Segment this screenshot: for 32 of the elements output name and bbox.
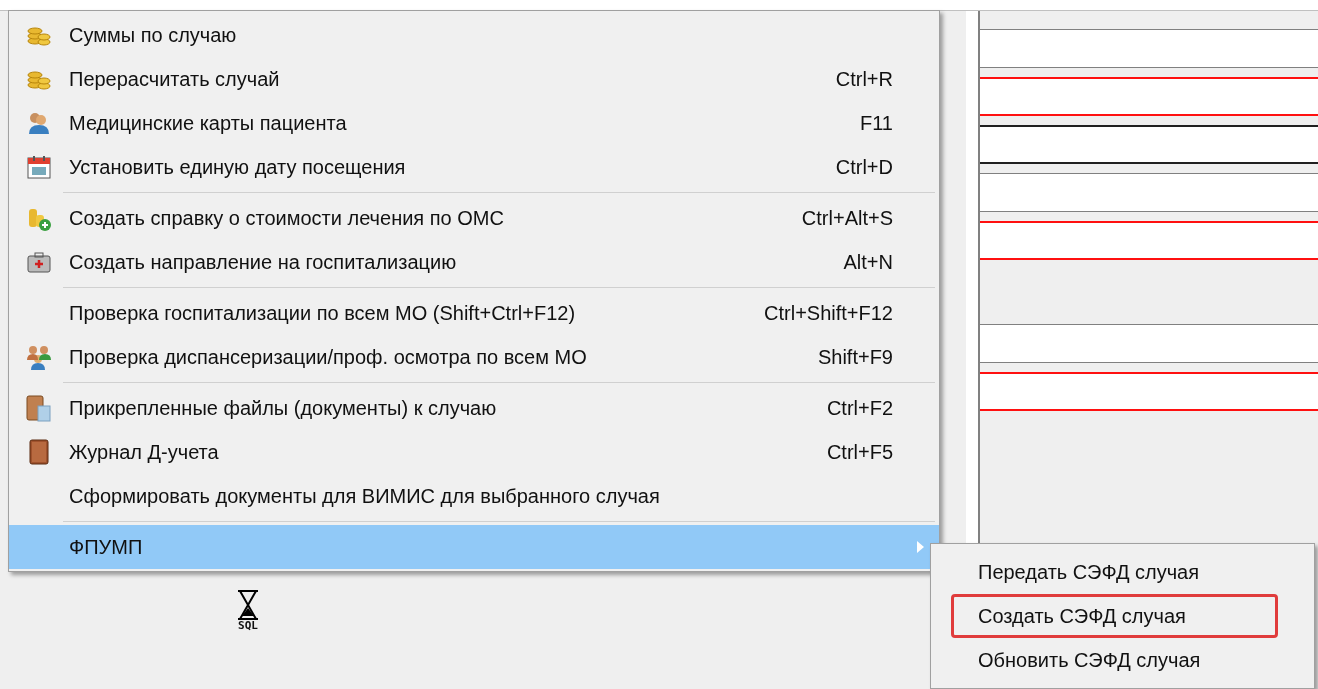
calendar-icon [27, 155, 51, 179]
people-icon [26, 111, 52, 135]
menu-item[interactable]: Сформировать документы для ВИМИС для выбранного случая [9, 474, 939, 518]
required-field[interactable] [980, 372, 1318, 411]
form-field[interactable] [980, 173, 1318, 212]
menu-item[interactable]: Суммы по случаю [9, 13, 939, 57]
coins-icon [26, 24, 52, 46]
cursor-label: SQL [238, 620, 258, 631]
submenu-item[interactable]: Передать СЭФД случая [951, 550, 1278, 594]
submenu-item[interactable]: Создать СЭФД случая [951, 594, 1278, 638]
menu-item[interactable]: Установить единую дату посещения Ctrl+D [9, 145, 939, 189]
menu-item[interactable]: Проверка госпитализации по всем МО (Shift+Ctrl+F12) Ctrl+Shift+F12 [9, 291, 939, 335]
people-group-icon [26, 344, 52, 370]
hourglass-icon [236, 590, 260, 620]
menu-item[interactable]: Перерасчитать случай Ctrl+R [9, 57, 939, 101]
menu-item[interactable]: Создать направление на госпитализацию Alt+N [9, 240, 939, 284]
folder-file-icon [26, 394, 52, 422]
form-field[interactable] [980, 125, 1318, 164]
menu-item[interactable]: Создать справку о стоимости лечения по ОМС Ctrl+Alt+S [9, 196, 939, 240]
form-field[interactable] [980, 29, 1318, 68]
book-icon [28, 439, 50, 465]
required-field[interactable] [980, 221, 1318, 260]
coins-icon [26, 68, 52, 90]
menu-item[interactable]: Медицинские карты пациента F11 [9, 101, 939, 145]
menu-item[interactable]: ФПУМП [9, 525, 939, 569]
submenu-item[interactable]: Обновить СЭФД случая [951, 638, 1278, 682]
menu-item[interactable]: Прикрепленные файлы (документы) к случаю Ctrl+F2 [9, 386, 939, 430]
form-field[interactable] [980, 324, 1318, 363]
menu-item[interactable]: Проверка диспансеризации/проф. осмотра по всем МО Shift+F9 [9, 335, 939, 379]
menu-item[interactable]: Журнал Д-учета Ctrl+F5 [9, 430, 939, 474]
medical-case-icon [27, 251, 51, 273]
required-field[interactable] [980, 77, 1318, 116]
